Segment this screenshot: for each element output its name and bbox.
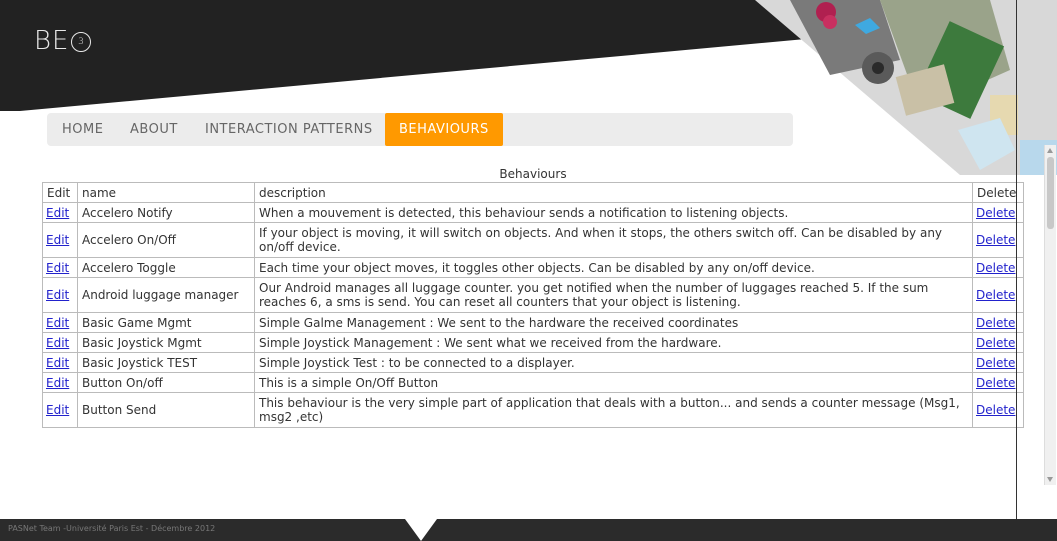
row-name: Button On/off [77,372,255,393]
edit-link[interactable]: Edit [46,288,69,302]
table-row: Edit Basic Joystick Mgmt Simple Joystick… [42,332,1024,353]
edit-link[interactable]: Edit [46,316,69,330]
table-row: Edit Accelero Toggle Each time your obje… [42,257,1024,278]
row-description: Each time your object moves, it toggles … [254,257,973,278]
delete-link[interactable]: Delete [976,261,1015,275]
row-name: Accelero Toggle [77,257,255,278]
row-description: This behaviour is the very simple part o… [254,392,973,428]
row-name: Basic Joystick Mgmt [77,332,255,353]
hardware-collage-image [755,0,1057,175]
row-name: Button Send [77,392,255,428]
site-logo[interactable]: BE 3 [34,26,92,56]
edit-link[interactable]: Edit [46,336,69,350]
delete-link[interactable]: Delete [976,206,1015,220]
header-description: description [254,182,973,203]
edit-link[interactable]: Edit [46,376,69,390]
row-description: If your object is moving, it will switch… [254,222,973,258]
header-edit: Edit [42,182,78,203]
row-name: Android luggage manager [77,277,255,313]
table-row: Edit Basic Joystick TEST Simple Joystick… [42,352,1024,373]
scroll-thumb[interactable] [1047,157,1054,229]
edit-link[interactable]: Edit [46,206,69,220]
table-row: Edit Basic Game Mgmt Simple Galme Manage… [42,312,1024,333]
delete-link[interactable]: Delete [976,316,1015,330]
row-description: Simple Joystick Management : We sent wha… [254,332,973,353]
delete-link[interactable]: Delete [976,356,1015,370]
row-name: Basic Game Mgmt [77,312,255,333]
row-name: Accelero On/Off [77,222,255,258]
table-caption: Behaviours [499,167,567,181]
row-name: Accelero Notify [77,202,255,223]
row-description: Simple Galme Management : We sent to the… [254,312,973,333]
table-row: Edit Accelero Notify When a mouvement is… [42,202,1024,223]
footer-notch-decoration [405,519,437,541]
delete-link[interactable]: Delete [976,233,1015,247]
nav-item-about[interactable]: About [130,113,178,146]
table-row: Edit Android luggage manager Our Android… [42,277,1024,313]
vertical-divider [1016,0,1017,541]
row-description: Simple Joystick Test : to be connected t… [254,352,973,373]
table-scrollbar[interactable] [1044,145,1056,485]
table-row: Edit Button Send This behaviour is the v… [42,392,1024,428]
header-banner [0,0,1057,175]
table-row: Edit Accelero On/Off If your object is m… [42,222,1024,258]
nav-item-home[interactable]: Home [62,113,103,146]
row-description: This is a simple On/Off Button [254,372,973,393]
delete-link[interactable]: Delete [976,288,1015,302]
edit-link[interactable]: Edit [46,261,69,275]
delete-link[interactable]: Delete [976,376,1015,390]
nav-item-behaviours[interactable]: Behaviours [385,113,503,146]
edit-link[interactable]: Edit [46,403,69,417]
delete-link[interactable]: Delete [976,336,1015,350]
scroll-down-icon[interactable] [1047,477,1053,482]
logo-circle-icon: 3 [71,31,92,52]
table-row: Edit Button On/off This is a simple On/O… [42,372,1024,393]
row-name: Basic Joystick TEST [77,352,255,373]
row-description: When a mouvement is detected, this behav… [254,202,973,223]
nav-item-interaction-patterns[interactable]: Interaction Patterns [205,113,373,146]
edit-link[interactable]: Edit [46,233,69,247]
behaviours-table-container: Edit name description Delete Edit Accele… [42,182,1024,484]
behaviours-table: Edit name description Delete Edit Accele… [42,182,1024,428]
row-description: Our Android manages all luggage counter.… [254,277,973,313]
scroll-up-icon[interactable] [1047,148,1053,153]
edit-link[interactable]: Edit [46,356,69,370]
header-name: name [77,182,255,203]
main-nav: Home About Interaction Patterns Behaviou… [47,113,793,146]
delete-link[interactable]: Delete [976,403,1015,417]
